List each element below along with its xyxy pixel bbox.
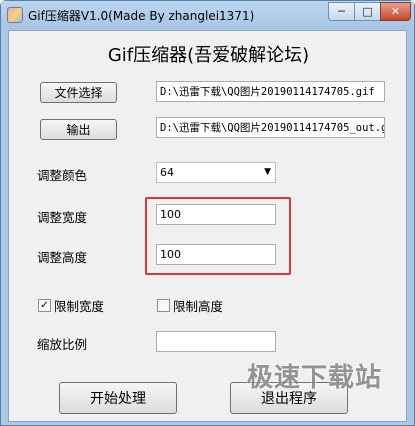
color-select[interactable]: 64 ▼	[156, 162, 276, 183]
close-button[interactable]: ✕	[380, 2, 411, 21]
window-title: Gif压缩器V1.0(Made By zhanglei1371)	[28, 9, 255, 23]
file-select-button[interactable]: 文件选择	[40, 82, 117, 103]
width-field[interactable]: 100	[156, 204, 276, 225]
watermark-logo: 极速下载站	[247, 363, 383, 393]
minimize-button[interactable]: ─	[328, 2, 355, 21]
limit-width-label: 限制宽度	[54, 299, 105, 314]
scale-label: 缩放比例	[37, 337, 88, 352]
minimize-icon: ─	[338, 5, 345, 18]
width-label: 调整宽度	[37, 210, 88, 225]
app-icon	[7, 7, 23, 23]
limit-height-checkbox[interactable]: 限制高度	[157, 296, 223, 315]
page-title: Gif压缩器(吾爱破解论坛)	[107, 45, 310, 66]
limit-height-label: 限制高度	[173, 299, 224, 314]
color-select-value: 64	[160, 166, 174, 179]
title-bar[interactable]: Gif压缩器V1.0(Made By zhanglei1371) ─ □ ✕	[1, 1, 414, 29]
color-label: 调整颜色	[37, 168, 88, 183]
output-file-field[interactable]: D:\迅雷下载\QQ图片20190114174705_out.gi	[156, 117, 385, 138]
height-label: 调整高度	[37, 250, 88, 265]
checkmark-icon[interactable]: ✓	[38, 299, 51, 312]
start-button[interactable]: 开始处理	[59, 382, 177, 414]
dropdown-arrow-icon[interactable]: ▼	[264, 167, 271, 177]
maximize-button[interactable]: □	[354, 2, 381, 21]
close-icon: ✕	[390, 5, 401, 18]
maximize-icon: □	[362, 5, 373, 18]
scale-field[interactable]	[156, 331, 276, 352]
output-button[interactable]: 输出	[40, 119, 117, 140]
input-file-field[interactable]: D:\迅雷下载\QQ图片20190114174705.gif	[156, 81, 385, 102]
height-field[interactable]: 100	[156, 244, 276, 265]
checkbox-empty-icon[interactable]	[157, 299, 170, 312]
limit-width-checkbox[interactable]: ✓ 限制宽度	[38, 296, 104, 315]
app-window: Gif压缩器V1.0(Made By zhanglei1371) ─ □ ✕ G…	[0, 0, 415, 426]
